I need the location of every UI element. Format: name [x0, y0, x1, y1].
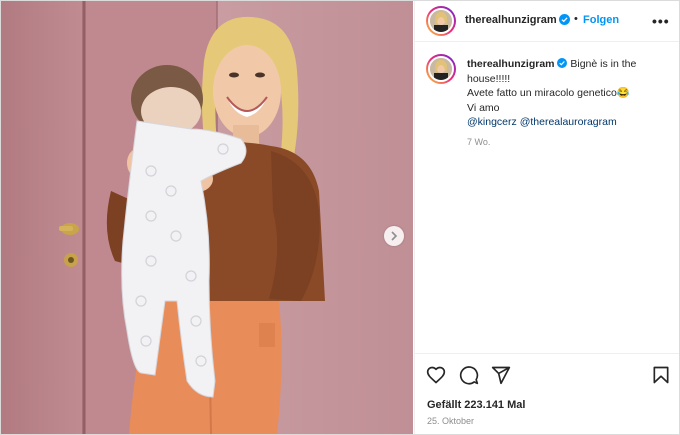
instagram-post-window: therealhunzigram • Folgen ••• therealhun… [0, 0, 680, 435]
comment-icon[interactable] [459, 365, 479, 385]
avatar-image [428, 8, 454, 34]
post-date: 25. Oktober [427, 416, 475, 426]
caption-avatar[interactable] [426, 54, 456, 84]
bookmark-icon[interactable] [651, 365, 671, 385]
mention-link[interactable]: @therealauroragram [520, 116, 617, 128]
caption-text-line1: Bignè is in the [570, 58, 637, 70]
caption-text-line3: Avete fatto un miracolo genetico😂 [467, 87, 630, 99]
caption-username[interactable]: therealhunzigram [467, 58, 555, 70]
mention-link[interactable]: @kingcerz [467, 116, 517, 128]
verified-badge-icon [557, 58, 568, 68]
post-caption: therealhunzigram Bignè is in the house!!… [467, 57, 667, 130]
avatar-image [428, 56, 454, 82]
avatar[interactable] [426, 6, 456, 36]
likes-count[interactable]: Gefällt 223.141 Mal [427, 399, 525, 411]
post-details-panel: therealhunzigram • Folgen ••• therealhun… [414, 1, 679, 434]
post-header: therealhunzigram • Folgen ••• [415, 1, 679, 42]
next-photo-button[interactable] [384, 226, 404, 246]
chevron-right-icon [391, 231, 398, 241]
header-username[interactable]: therealhunzigram [465, 14, 557, 26]
caption-text-line4: Vi amo [467, 101, 500, 114]
post-age: 7 Wo. [467, 137, 491, 147]
heart-icon[interactable] [426, 365, 446, 385]
photo-illustration [1, 1, 413, 434]
caption-text-line2: house!!!!! [467, 72, 511, 85]
header-separator: • [574, 13, 578, 25]
follow-button[interactable]: Folgen [583, 14, 619, 26]
post-photo [1, 1, 413, 434]
divider [415, 353, 679, 354]
more-options-button[interactable]: ••• [652, 13, 670, 29]
send-icon[interactable] [491, 365, 511, 385]
verified-badge-icon [559, 14, 570, 25]
